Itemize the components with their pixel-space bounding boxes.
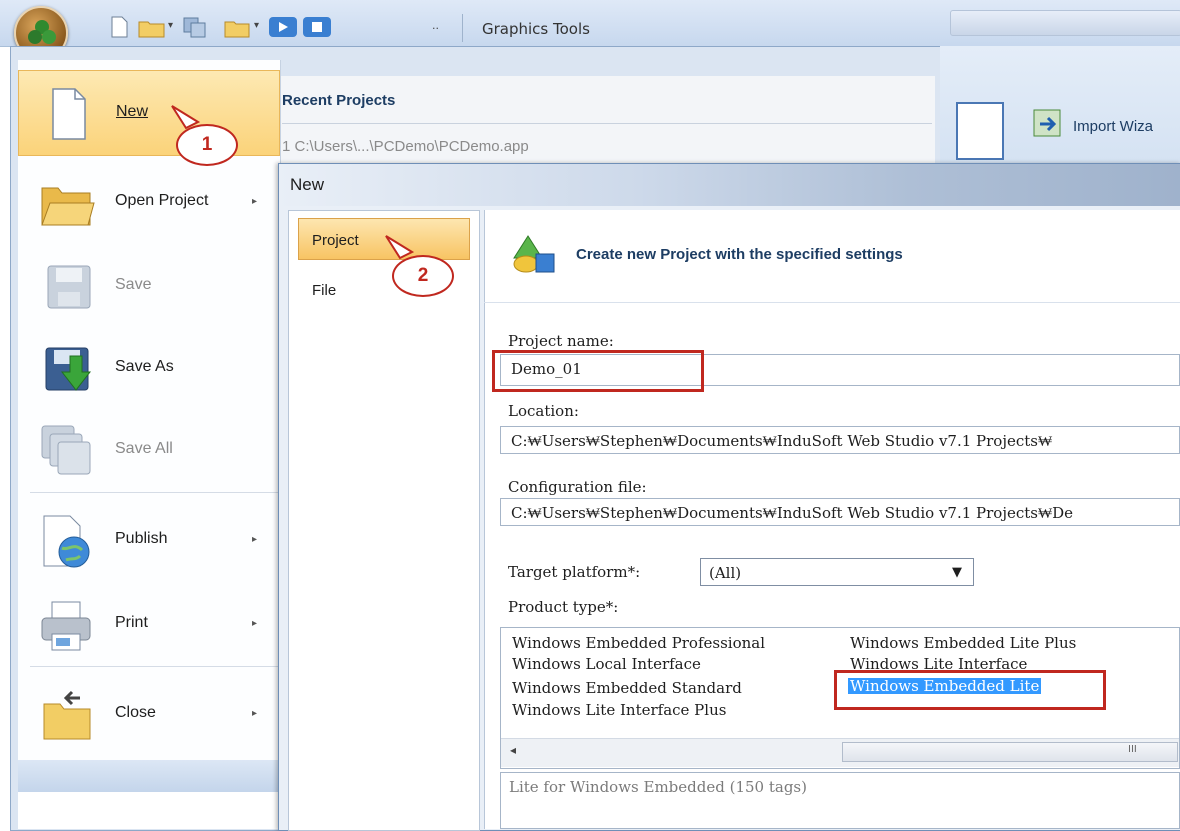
menu-item-label: Save All [115, 440, 173, 457]
location-label: Location: [508, 402, 579, 420]
menu-item-save-as[interactable]: Save As [18, 326, 280, 412]
menu-item-close[interactable]: Close ▸ [18, 672, 280, 758]
save-all-icon[interactable] [182, 16, 208, 38]
nav-item-file[interactable]: File [312, 282, 336, 299]
submenu-arrow-icon: ▸ [252, 196, 258, 207]
menu-item-save-all[interactable]: Save All [18, 408, 280, 494]
product-description-box: Lite for Windows Embedded (150 tags) [500, 772, 1180, 829]
highlight-selected-product [834, 670, 1106, 710]
step-1-callout: 1 [176, 124, 238, 166]
menu-item-publish[interactable]: Publish ▸ [18, 498, 280, 584]
project-name-label: Project name: [508, 332, 614, 350]
quick-access-overflow-icon[interactable]: ·· [432, 22, 439, 35]
submenu-arrow-icon: ▸ [252, 618, 258, 629]
configuration-file-input[interactable]: C:₩Users₩Stephen₩Documents₩InduSoft Web … [500, 498, 1180, 526]
list-item[interactable]: Windows Embedded Standard [512, 680, 742, 696]
window-controls[interactable] [950, 10, 1180, 36]
submenu-arrow-icon: ▸ [252, 708, 258, 719]
menu-item-label: New [116, 103, 149, 120]
new-file-icon[interactable] [110, 16, 128, 38]
verify-document-icon[interactable] [956, 102, 1004, 160]
menu-separator [30, 492, 280, 493]
list-item[interactable]: Windows Embedded Professional [512, 635, 765, 651]
publish-globe-icon [43, 515, 90, 568]
list-item[interactable]: Windows Embedded Lite Plus [850, 635, 1076, 651]
menu-item-label: Close [115, 704, 156, 721]
menu-item-label: Publish [115, 530, 168, 547]
save-disk-icon [47, 265, 91, 309]
configuration-file-label: Configuration file: [508, 478, 647, 496]
recent-project-item[interactable]: 1 C:\Users\...\PCDemo\PCDemo.app [282, 138, 529, 155]
scroll-left-arrow-icon[interactable]: ◂ [510, 743, 516, 757]
recent-projects-title: Recent Projects [282, 92, 396, 109]
app-logo-icon [28, 20, 56, 44]
menu-item-print[interactable]: Print ▸ [18, 582, 280, 668]
import-wizard-icon [1033, 109, 1061, 137]
step-2-callout: 2 [392, 255, 454, 297]
dialog-header-divider [484, 302, 1180, 303]
menu-item-open-project[interactable]: Open Project ▸ [18, 160, 280, 246]
list-item[interactable]: Windows Lite Interface Plus [512, 702, 726, 718]
menu-separator [30, 666, 280, 667]
close-dropdown-chevron-icon[interactable]: ▾ [254, 20, 259, 31]
graphics-tools-context-tab[interactable]: Graphics Tools [482, 20, 590, 38]
location-input[interactable]: C:₩Users₩Stephen₩Documents₩InduSoft Web … [500, 426, 1180, 454]
nav-item-project-label: Project [312, 232, 359, 249]
menu-item-label: Open Project [115, 192, 209, 209]
dialog-title-bar [279, 164, 1180, 206]
dialog-header-title: Create new Project with the specified se… [576, 246, 903, 263]
list-item[interactable]: Windows Local Interface [512, 656, 701, 672]
save-all-icon [41, 425, 91, 475]
close-folder-icon [43, 690, 91, 740]
menu-item-label: Save [115, 276, 152, 293]
open-dropdown-chevron-icon[interactable]: ▾ [168, 20, 173, 31]
target-platform-select[interactable]: (All) [700, 558, 974, 586]
office-menu-footer-bottom [18, 792, 280, 829]
menu-item-label: Save As [115, 358, 174, 375]
run-application-icon[interactable] [268, 16, 298, 38]
open-folder-icon[interactable] [138, 16, 166, 38]
product-type-label: Product type*: [508, 598, 619, 616]
dialog-title: New [290, 175, 325, 194]
printer-icon [41, 601, 91, 651]
dropdown-arrow-icon[interactable]: ▼ [952, 565, 962, 580]
dialog-nav-pane [288, 210, 480, 831]
submenu-arrow-icon: ▸ [252, 534, 258, 545]
import-wizard-button[interactable]: Import Wiza [1073, 118, 1153, 135]
target-platform-label: Target platform*: [508, 563, 641, 581]
close-project-icon[interactable] [224, 16, 250, 38]
menu-item-new[interactable]: New [18, 70, 280, 156]
menu-item-save[interactable]: Save [18, 244, 280, 330]
highlight-project-name [492, 350, 704, 392]
open-folder-icon [41, 187, 95, 226]
save-as-icon [45, 347, 92, 391]
recent-projects-divider [282, 123, 932, 124]
scrollbar-grip-icon: III [1128, 744, 1137, 755]
new-document-icon [52, 88, 86, 140]
title-separator [462, 14, 463, 42]
stop-application-icon[interactable] [302, 16, 332, 38]
project-shapes-icon [513, 235, 555, 273]
menu-item-label: Print [115, 614, 148, 631]
